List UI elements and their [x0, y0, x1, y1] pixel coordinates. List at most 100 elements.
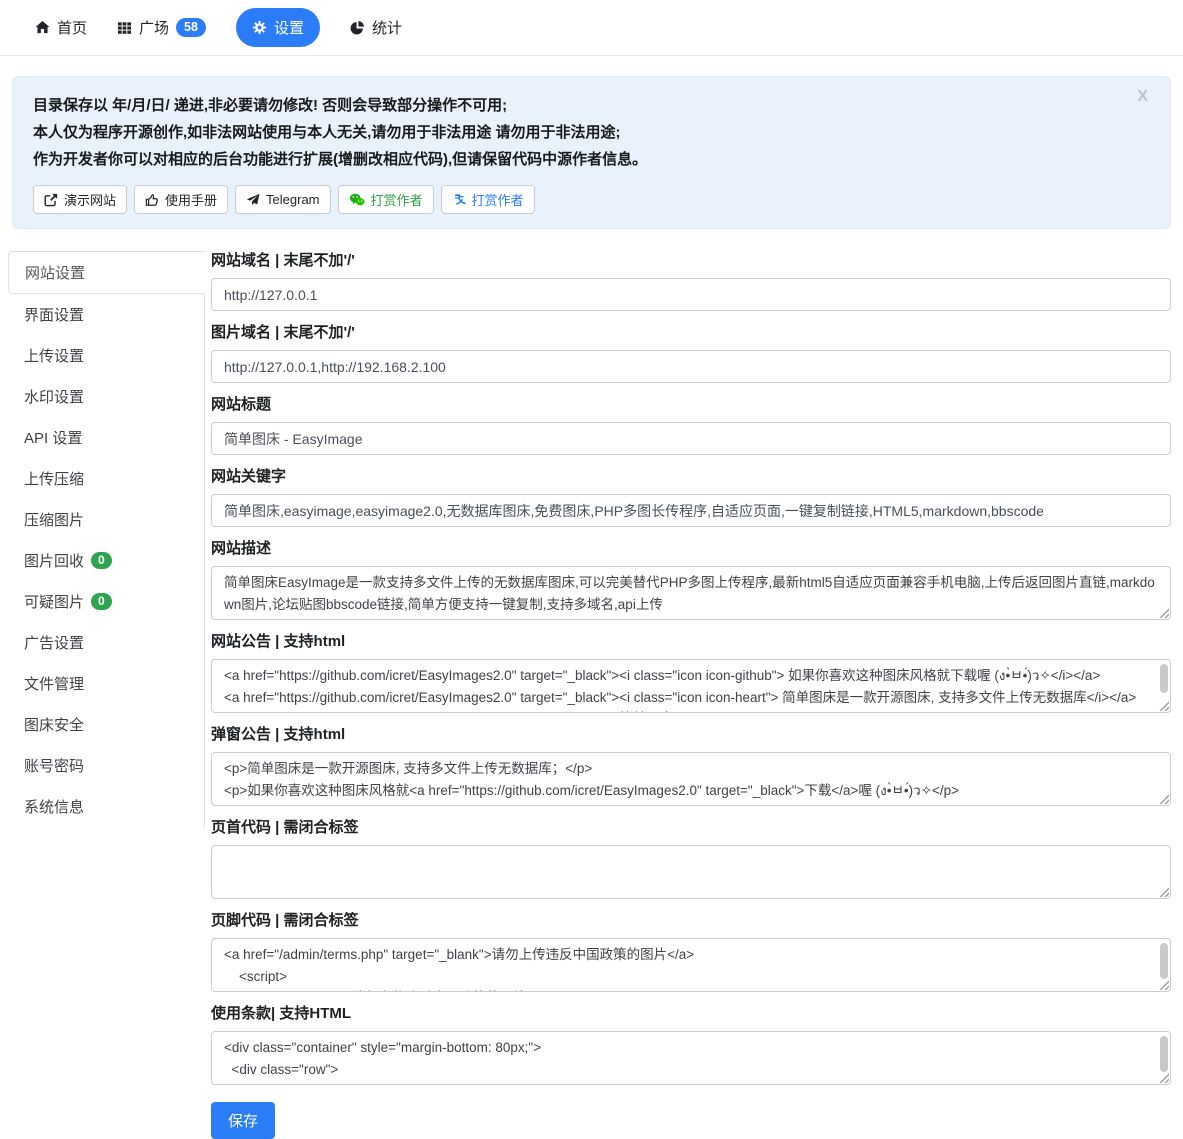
sidebar-item-label: 界面设置 — [24, 304, 84, 325]
site-announcement-textarea[interactable]: <a href="https://github.com/icret/EasyIm… — [211, 659, 1171, 713]
sidebar-item-label: 网站设置 — [25, 262, 85, 283]
nav-item-label: 统计 — [372, 17, 402, 38]
form-group-site-domain: 网站域名 | 末尾不加'/' — [211, 251, 1171, 311]
paper-plane-icon — [246, 193, 260, 207]
terms-textarea[interactable]: <div class="container" style="margin-bot… — [211, 1031, 1171, 1085]
footer-code-textarea[interactable]: <a href="/admin/terms.php" target="_blan… — [211, 938, 1171, 992]
home-icon — [35, 20, 50, 35]
sidebar-item-label: 文件管理 — [24, 673, 84, 694]
sidebar-item-system-info[interactable]: 系统信息 — [8, 786, 204, 827]
sidebar-item-label: 账号密码 — [24, 755, 84, 776]
image-domain-input[interactable] — [211, 350, 1171, 383]
sidebar-item-gallery-security[interactable]: 图床安全 — [8, 704, 204, 745]
alert-buttons-row: 演示网站 使用手册 Telegram 打赏作者 打赏作者 — [33, 185, 1150, 214]
field-label: 网站标题 — [211, 395, 1171, 415]
form-group-image-domain: 图片域名 | 末尾不加'/' — [211, 323, 1171, 383]
site-domain-input[interactable] — [211, 278, 1171, 311]
field-label: 页脚代码 | 需闭合标签 — [211, 911, 1171, 931]
sidebar-item-upload-settings[interactable]: 上传设置 — [8, 335, 204, 376]
resize-grip-icon[interactable] — [1159, 701, 1169, 711]
sidebar-item-account-password[interactable]: 账号密码 — [8, 745, 204, 786]
save-button[interactable]: 保存 — [211, 1102, 275, 1139]
textarea-text: <p>简单图床是一款开源图床, 支持多文件上传无数据库；</p> <p>如果你喜… — [224, 761, 959, 798]
scrollbar-thumb[interactable] — [1160, 664, 1168, 693]
thumbs-up-icon — [145, 193, 159, 207]
external-link-icon — [44, 193, 58, 207]
sidebar-item-api-settings[interactable]: API 设置 — [8, 417, 204, 458]
alert-button-label: 打赏作者 — [472, 190, 524, 209]
form-group-terms: 使用条款| 支持HTML <div class="container" styl… — [211, 1004, 1171, 1085]
demo-site-button[interactable]: 演示网站 — [33, 185, 127, 214]
sidebar-item-upload-compress[interactable]: 上传压缩 — [8, 458, 204, 499]
sidebar-item-label: 图床安全 — [24, 714, 84, 735]
sidebar-item-compress-images[interactable]: 压缩图片 — [8, 499, 204, 540]
alert-button-label: 演示网站 — [64, 190, 116, 209]
scrollbar-thumb[interactable] — [1160, 1036, 1168, 1072]
resize-grip-icon[interactable] — [1159, 1073, 1169, 1083]
nav-item-plaza[interactable]: 广场 58 — [117, 17, 206, 38]
field-label: 网站公告 | 支持html — [211, 632, 1171, 652]
form-group-footer-code: 页脚代码 | 需闭合标签 <a href="/admin/terms.php" … — [211, 911, 1171, 992]
alipay-icon — [452, 193, 466, 207]
resize-grip-icon[interactable] — [1159, 980, 1169, 990]
alert-line: 作为开发者你可以对相应的后台功能进行扩展(增删改相应代码),但请保留代码中源作者… — [33, 146, 1150, 173]
textarea-text: <div class="container" style="margin-bot… — [224, 1040, 541, 1085]
pie-chart-icon — [350, 20, 365, 35]
site-title-input[interactable] — [211, 422, 1171, 455]
notice-alert: X 目录保存以 年/月/日/ 递进,非必要请勿修改! 否则会导致部分操作不可用;… — [12, 76, 1171, 229]
recycle-count-badge: 0 — [91, 552, 112, 570]
field-label: 网站域名 | 末尾不加'/' — [211, 251, 1171, 271]
sidebar-item-image-recycle[interactable]: 图片回收 0 — [8, 540, 204, 581]
resize-grip-icon[interactable] — [1159, 794, 1169, 804]
textarea-text: <a href="https://github.com/icret/EasyIm… — [224, 668, 1136, 713]
sidebar-item-label: 图片回收 — [24, 550, 84, 571]
sidebar-item-label: 广告设置 — [24, 632, 84, 653]
nav-item-label: 广场 — [139, 17, 169, 38]
scrollbar-thumb[interactable] — [1160, 943, 1168, 979]
nav-item-label: 设置 — [274, 17, 304, 38]
sidebar-item-file-management[interactable]: 文件管理 — [8, 663, 204, 704]
content-area: 网站设置 界面设置 上传设置 水印设置 API 设置 上传压缩 压缩图片 图片回… — [8, 251, 1171, 1139]
sidebar-item-website-settings[interactable]: 网站设置 — [8, 251, 205, 294]
resize-grip-icon[interactable] — [1159, 608, 1169, 618]
nav-item-home[interactable]: 首页 — [35, 17, 87, 38]
textarea-text: <a href="/admin/terms.php" target="_blan… — [224, 947, 694, 992]
donate-alipay-button[interactable]: 打赏作者 — [441, 185, 535, 214]
nav-item-settings[interactable]: 设置 — [236, 8, 320, 47]
header-code-textarea[interactable] — [211, 845, 1171, 899]
sidebar-item-label: API 设置 — [24, 427, 82, 448]
popup-announcement-textarea[interactable]: <p>简单图床是一款开源图床, 支持多文件上传无数据库；</p> <p>如果你喜… — [211, 752, 1171, 806]
form-group-header-code: 页首代码 | 需闭合标签 — [211, 818, 1171, 899]
settings-form: 网站域名 | 末尾不加'/' 图片域名 | 末尾不加'/' 网站标题 网站关键字… — [211, 251, 1171, 1139]
donate-wechat-button[interactable]: 打赏作者 — [338, 185, 434, 214]
field-label: 图片域名 | 末尾不加'/' — [211, 323, 1171, 343]
sidebar-item-label: 压缩图片 — [24, 509, 84, 530]
alert-button-label: Telegram — [266, 192, 319, 207]
nav-item-stats[interactable]: 统计 — [350, 17, 402, 38]
alert-line: 本人仅为程序开源创作,如非法网站使用与本人无关,请勿用于非法用途 请勿用于非法用… — [33, 119, 1150, 146]
sidebar-item-label: 可疑图片 — [24, 591, 84, 612]
site-description-textarea[interactable]: 简单图床EasyImage是一款支持多文件上传的无数据库图床,可以完美替代PHP… — [211, 566, 1171, 620]
field-label: 网站描述 — [211, 539, 1171, 559]
sidebar-item-suspicious-images[interactable]: 可疑图片0 — [8, 581, 204, 622]
alert-line: 目录保存以 年/月/日/ 递进,非必要请勿修改! 否则会导致部分操作不可用; — [33, 92, 1150, 119]
sidebar-item-label: 上传压缩 — [24, 468, 84, 489]
telegram-button[interactable]: Telegram — [235, 185, 330, 214]
field-label: 页首代码 | 需闭合标签 — [211, 818, 1171, 838]
grid-icon — [117, 20, 132, 35]
sidebar-item-ad-settings[interactable]: 广告设置 — [8, 622, 204, 663]
alert-button-label: 使用手册 — [165, 190, 217, 209]
close-icon[interactable]: X — [1137, 89, 1148, 105]
sidebar-item-watermark-settings[interactable]: 水印设置 — [8, 376, 204, 417]
sidebar-item-label: 系统信息 — [24, 796, 84, 817]
wechat-icon — [349, 193, 365, 207]
manual-button[interactable]: 使用手册 — [134, 185, 228, 214]
resize-grip-icon[interactable] — [1159, 887, 1169, 897]
nav-item-label: 首页 — [57, 17, 87, 38]
form-group-popup-announcement: 弹窗公告 | 支持html <p>简单图床是一款开源图床, 支持多文件上传无数据… — [211, 725, 1171, 806]
gears-icon — [252, 20, 267, 35]
sidebar-item-interface-settings[interactable]: 界面设置 — [8, 294, 204, 335]
site-keywords-input[interactable] — [211, 494, 1171, 527]
form-group-description: 网站描述 简单图床EasyImage是一款支持多文件上传的无数据库图床,可以完美… — [211, 539, 1171, 620]
textarea-text: 简单图床EasyImage是一款支持多文件上传的无数据库图床,可以完美替代PHP… — [224, 575, 1155, 612]
